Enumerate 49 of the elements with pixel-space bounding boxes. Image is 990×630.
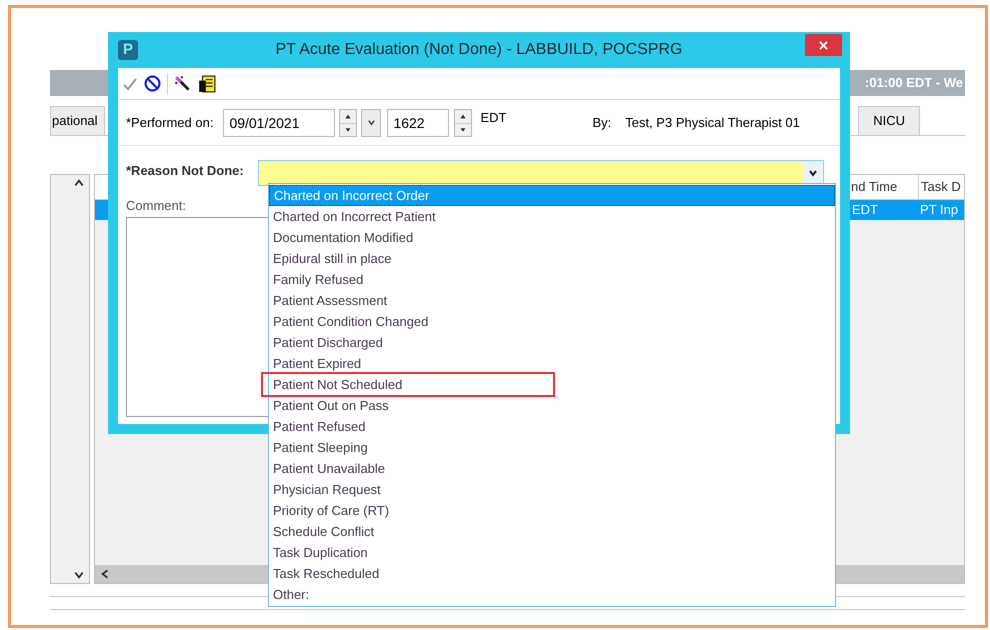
- app-icon: P: [118, 40, 138, 60]
- time-spinner[interactable]: [454, 108, 472, 136]
- scroll-up-icon[interactable]: [73, 177, 85, 189]
- tab[interactable]: pational: [50, 106, 105, 135]
- scroll-down-icon[interactable]: [73, 569, 85, 581]
- dropdown-option[interactable]: Patient Condition Changed: [269, 311, 835, 332]
- calendar-dropdown-button[interactable]: [361, 108, 382, 136]
- dropdown-option[interactable]: Physician Request: [269, 479, 835, 500]
- dropdown-option[interactable]: Patient Assessment: [269, 290, 835, 311]
- dropdown-option[interactable]: Family Refused: [269, 269, 835, 290]
- dropdown-option[interactable]: Patient Unavailable: [269, 458, 835, 479]
- close-icon: [819, 40, 828, 50]
- dropdown-option[interactable]: Patient Refused: [269, 416, 835, 437]
- dropdown-option[interactable]: Task Duplication: [269, 542, 835, 563]
- date-spinner[interactable]: [339, 108, 358, 136]
- date-field[interactable]: 09/01/2021: [223, 108, 336, 136]
- by-value: Test, P3 Physical Therapist 01: [625, 114, 800, 132]
- dropdown-option[interactable]: Task Rescheduled: [269, 563, 835, 584]
- column-header[interactable]: Task D: [918, 175, 964, 199]
- table-cell-text: EDT: [851, 201, 879, 220]
- tab[interactable]: NICU: [858, 106, 920, 135]
- comment-label: Comment:: [126, 197, 186, 215]
- wand-icon[interactable]: [174, 74, 192, 92]
- chevron-down-icon: [366, 118, 376, 127]
- checkmark-icon[interactable]: [122, 76, 138, 92]
- dropdown-option[interactable]: Epidural still in place: [269, 248, 835, 269]
- dropdown-option[interactable]: Patient Out on Pass: [269, 395, 835, 416]
- dropdown-option[interactable]: Patient Expired: [269, 353, 835, 374]
- by-label: By:: [592, 114, 612, 132]
- dropdown-option[interactable]: Schedule Conflict: [269, 521, 835, 542]
- cancel-icon[interactable]: [144, 75, 161, 92]
- close-button[interactable]: [805, 34, 842, 56]
- dropdown-option[interactable]: Documentation Modified: [269, 227, 835, 248]
- window-title: PT Acute Evaluation (Not Done) - LABBUILD, POCSPRG: [274, 40, 684, 60]
- dropdown-option[interactable]: Priority of Care (RT): [269, 500, 835, 521]
- performed-label: *Performed on:: [126, 114, 214, 132]
- timezone-label: EDT: [480, 109, 506, 127]
- dropdown-option[interactable]: Patient Sleeping: [269, 437, 835, 458]
- document-icon[interactable]: [198, 74, 216, 92]
- table-cell-text: PT Inp: [919, 201, 960, 220]
- scroll-left-icon[interactable]: [99, 568, 111, 580]
- dropdown-option[interactable]: Patient Not Scheduled: [269, 374, 835, 395]
- time-field[interactable]: 1622: [387, 108, 450, 136]
- header-text: :01:00 EDT - We: [864, 74, 963, 92]
- dropdown-option[interactable]: Charted on Incorrect Patient: [269, 206, 835, 227]
- reason-label: *Reason Not Done:: [126, 162, 244, 180]
- dropdown-option[interactable]: Patient Discharged: [269, 332, 835, 353]
- chevron-down-icon: [808, 168, 818, 178]
- dropdown-option[interactable]: Other:: [269, 584, 835, 605]
